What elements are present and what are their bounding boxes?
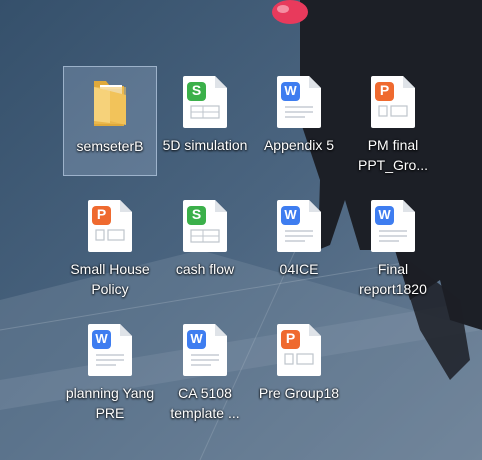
desktop-icon-label: Final report1820: [359, 261, 427, 297]
desktop-icon-label: Pre Group18: [258, 385, 340, 401]
desktop-icon-label: planning Yang PRE: [65, 385, 155, 421]
desktop-icon-ppt[interactable]: P PM final PPT_Gro...: [346, 66, 440, 176]
desktop-icon-doc[interactable]: W CA 5108 template ...: [158, 314, 252, 424]
svg-text:W: W: [284, 83, 297, 98]
folder-icon: [82, 73, 138, 131]
desktop-icon-label: PM final PPT_Gro...: [357, 137, 429, 173]
spreadsheet-icon: S: [177, 196, 233, 254]
desktop-icon-doc[interactable]: W Appendix 5: [252, 66, 346, 176]
svg-text:S: S: [192, 82, 201, 98]
desktop-icon-label: cash flow: [175, 261, 235, 277]
desktop-icon-ppt[interactable]: P Small House Policy: [63, 190, 157, 300]
spreadsheet-icon: S: [177, 72, 233, 130]
desktop-icon-label: Small House Policy: [70, 261, 150, 297]
svg-text:S: S: [192, 206, 201, 222]
desktop-icon-ppt[interactable]: P Pre Group18: [252, 314, 346, 424]
word-document-icon: W: [271, 196, 327, 254]
desktop-icon-label: semseterB: [76, 138, 144, 154]
svg-text:P: P: [380, 82, 389, 98]
svg-text:P: P: [97, 206, 106, 222]
desktop-icon-doc[interactable]: W 04ICE: [252, 190, 346, 300]
desktop-icon-label: 5D simulation: [162, 137, 248, 153]
desktop-icon-doc[interactable]: W planning Yang PRE: [63, 314, 157, 424]
desktop-icon-folder[interactable]: semseterB: [63, 66, 157, 176]
desktop-icon-sheet[interactable]: S cash flow: [158, 190, 252, 300]
desktop-icon-doc[interactable]: W Final report1820: [346, 190, 440, 300]
desktop-icon-label: CA 5108 template ...: [170, 385, 240, 421]
presentation-icon: P: [271, 320, 327, 378]
desktop-icon-sheet[interactable]: S 5D simulation: [158, 66, 252, 176]
svg-text:W: W: [190, 331, 203, 346]
svg-text:W: W: [95, 331, 108, 346]
desktop-icon-label: Appendix 5: [263, 137, 335, 153]
word-document-icon: W: [82, 320, 138, 378]
svg-text:W: W: [378, 207, 391, 222]
presentation-icon: P: [82, 196, 138, 254]
svg-text:P: P: [286, 330, 295, 346]
word-document-icon: W: [177, 320, 233, 378]
desktop-icon-label: 04ICE: [279, 261, 319, 277]
word-document-icon: W: [271, 72, 327, 130]
svg-text:W: W: [284, 207, 297, 222]
word-document-icon: W: [365, 196, 421, 254]
presentation-icon: P: [365, 72, 421, 130]
